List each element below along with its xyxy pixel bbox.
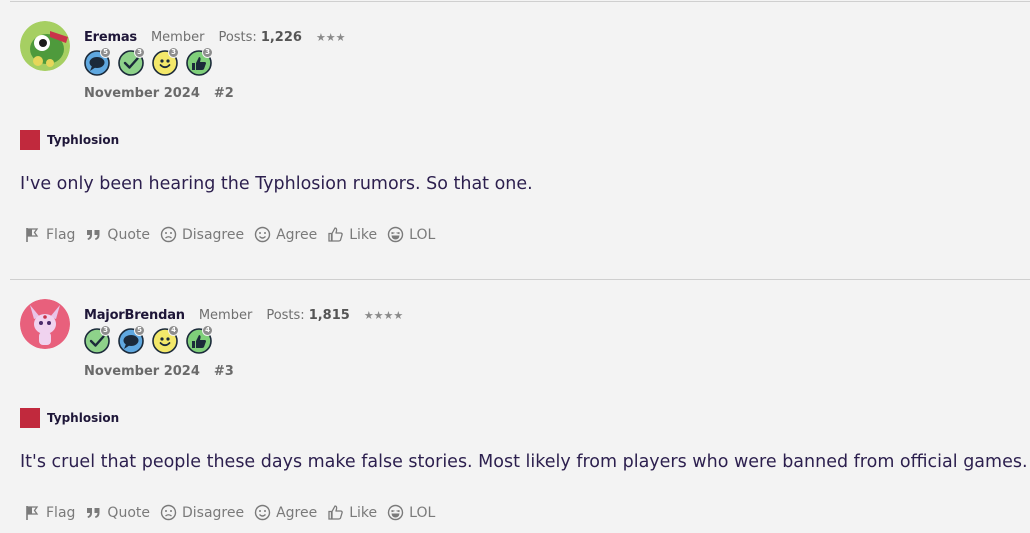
smile-icon	[254, 504, 271, 521]
lol-label: LOL	[409, 226, 436, 243]
agree-button[interactable]: Agree	[254, 504, 317, 521]
category-tag[interactable]: Typhlosion	[20, 408, 119, 428]
quote-label: Quote	[107, 504, 150, 521]
badge-level: 3	[100, 325, 111, 336]
disagree-button[interactable]: Disagree	[160, 226, 244, 243]
agree-label: Agree	[276, 226, 318, 243]
badge-level: 5	[134, 325, 145, 336]
rank-stars: ★★★★	[363, 308, 404, 322]
posts-label: Posts:	[266, 307, 305, 323]
like-label: Like	[349, 504, 378, 521]
user-role: Member	[198, 307, 253, 323]
category-label: Typhlosion	[47, 411, 120, 425]
post-permalink[interactable]: #3	[214, 364, 234, 379]
category-label: Typhlosion	[47, 133, 120, 147]
post-date[interactable]: November 2024	[84, 86, 200, 101]
disagree-button[interactable]: Disagree	[160, 504, 244, 521]
badge-level: 3	[134, 47, 145, 58]
post-body: It's cruel that people these days make f…	[20, 452, 1028, 472]
rank-stars: ★★★	[315, 30, 346, 44]
thumbs-up-badge-icon[interactable]: 3	[186, 47, 213, 76]
flag-label: Flag	[46, 504, 76, 521]
post-permalink[interactable]: #2	[214, 86, 234, 101]
check-badge-icon[interactable]: 3	[84, 325, 111, 354]
thumbs-up-icon	[328, 227, 344, 242]
lol-button[interactable]: LOL	[387, 226, 435, 243]
posts-count: 1,226	[260, 29, 302, 45]
badge-row: 5 3 3 3	[84, 47, 213, 76]
quote-button[interactable]: Quote	[85, 226, 150, 243]
badge-level: 3	[168, 47, 179, 58]
badge-level: 4	[168, 325, 179, 336]
comment-badge-icon[interactable]: 5	[84, 47, 111, 76]
laugh-icon	[387, 226, 404, 243]
like-label: Like	[349, 226, 378, 243]
lol-button[interactable]: LOL	[387, 504, 435, 521]
smile-icon	[254, 226, 271, 243]
category-color-swatch	[20, 408, 40, 428]
frown-icon	[160, 504, 177, 521]
username-link[interactable]: Eremas	[84, 30, 137, 45]
post-date[interactable]: November 2024	[84, 364, 200, 379]
check-badge-icon[interactable]: 3	[118, 47, 145, 76]
quote-label: Quote	[107, 226, 150, 243]
user-role: Member	[150, 29, 205, 45]
posts-count: 1,815	[308, 307, 350, 323]
flag-icon	[26, 506, 39, 520]
quote-button[interactable]: Quote	[85, 504, 150, 521]
agree-label: Agree	[276, 504, 318, 521]
user-avatar[interactable]	[20, 21, 70, 71]
laugh-icon	[387, 504, 404, 521]
like-button[interactable]: Like	[327, 504, 377, 521]
disagree-label: Disagree	[181, 226, 245, 243]
comment-post: Eremas Member Posts: 1,226 ★★★ 5 3 3 3 N…	[0, 0, 1030, 275]
disagree-label: Disagree	[181, 504, 245, 521]
comment-badge-icon[interactable]: 5	[118, 325, 145, 354]
reaction-bar: Flag Quote Disagree Agree Like LOL	[24, 226, 435, 243]
frown-icon	[160, 226, 177, 243]
badge-level: 4	[202, 325, 213, 336]
badge-level: 3	[202, 47, 213, 58]
flag-icon	[26, 228, 39, 242]
quote-icon	[87, 508, 100, 518]
smile-badge-icon[interactable]: 4	[152, 325, 179, 354]
flag-button[interactable]: Flag	[24, 504, 75, 521]
category-tag[interactable]: Typhlosion	[20, 130, 119, 150]
quote-icon	[87, 230, 100, 240]
lol-label: LOL	[409, 504, 436, 521]
badge-level: 5	[100, 47, 111, 58]
flag-button[interactable]: Flag	[24, 226, 75, 243]
badge-row: 3 5 4 4	[84, 325, 213, 354]
username-link[interactable]: MajorBrendan	[84, 308, 185, 323]
like-button[interactable]: Like	[327, 226, 377, 243]
post-body: I've only been hearing the Typhlosion ru…	[20, 174, 533, 194]
thumbs-up-icon	[328, 505, 344, 520]
flag-label: Flag	[46, 226, 76, 243]
user-avatar[interactable]	[20, 299, 70, 349]
reaction-bar: Flag Quote Disagree Agree Like LOL	[24, 504, 435, 521]
posts-label: Posts:	[218, 29, 257, 45]
comment-post: MajorBrendan Member Posts: 1,815 ★★★★ 3 …	[0, 278, 1030, 533]
category-color-swatch	[20, 130, 40, 150]
agree-button[interactable]: Agree	[254, 226, 317, 243]
smile-badge-icon[interactable]: 3	[152, 47, 179, 76]
thumbs-up-badge-icon[interactable]: 4	[186, 325, 213, 354]
